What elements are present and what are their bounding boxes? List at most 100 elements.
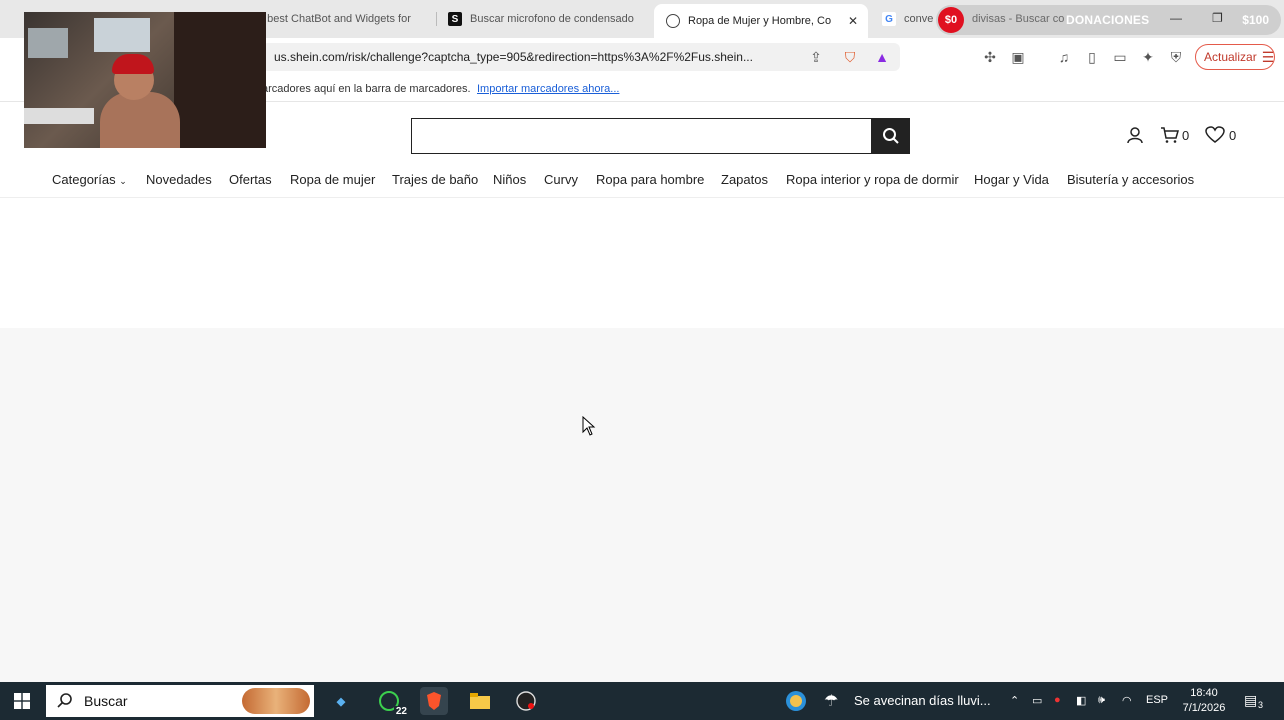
mouse-cursor-icon <box>582 416 596 436</box>
tab-separator <box>436 12 437 26</box>
search-icon <box>882 128 899 144</box>
copilot-app-icon[interactable]: ◆ <box>327 687 355 715</box>
donation-amount: $0 <box>938 7 964 33</box>
nav-item-hogar-vida[interactable]: Hogar y Vida <box>974 172 1049 187</box>
site-search-input[interactable] <box>411 118 871 154</box>
nav-item-zapatos[interactable]: Zapatos <box>721 172 768 187</box>
share-icon[interactable]: ⇪ <box>806 47 826 67</box>
content-area-main <box>0 328 1284 682</box>
tab-title: Buscar microfono de condensado <box>470 13 634 25</box>
tab-microfono[interactable]: S Buscar microfono de condensado <box>448 4 644 34</box>
close-tab-icon[interactable]: ✕ <box>848 14 858 28</box>
weather-text[interactable]: Se avecinan días lluvi... <box>854 693 991 708</box>
wishlist-count: 0 <box>1229 127 1237 143</box>
clock[interactable]: 18:40 7/1/2026 <box>1178 686 1230 716</box>
rain-umbrella-icon: ☂ <box>824 693 839 710</box>
globe-icon <box>786 691 806 711</box>
folder-icon <box>470 693 490 709</box>
nav-item-bisuteria[interactable]: Bisutería y accesorios <box>1067 172 1194 187</box>
account-button[interactable] <box>1126 126 1144 144</box>
webcam-desk <box>24 108 94 124</box>
file-explorer-app-icon[interactable] <box>466 687 494 715</box>
restore-icon[interactable]: ❐ <box>1212 11 1223 25</box>
nav-item-ropa-mujer[interactable]: Ropa de mujer <box>290 172 375 187</box>
clock-time: 18:40 <box>1190 687 1218 699</box>
s-favicon-icon: S <box>448 12 462 26</box>
taskbar-search-box[interactable]: Buscar <box>46 685 314 717</box>
nav-item-ropa-interior[interactable]: Ropa interior y ropa de dormir <box>786 172 959 187</box>
url-text: us.shein.com/risk/challenge?captcha_type… <box>274 50 753 64</box>
cart-count: 0 <box>1182 127 1190 143</box>
nav-item-curvy[interactable]: Curvy <box>544 172 578 187</box>
brave-rewards-icon[interactable]: ▲ <box>872 47 892 67</box>
vpn-icon[interactable]: ⛨ <box>1166 47 1186 67</box>
screen: e best ChatBot and Widgets for S Buscar … <box>0 0 1284 720</box>
nav-item-trajes-bano[interactable]: Trajes de baño <box>392 172 478 187</box>
whatsapp-app-icon[interactable]: 22 <box>375 687 409 717</box>
brave-shield-icon[interactable]: ⛉ <box>840 47 860 67</box>
battery-icon[interactable]: ▭ <box>1032 694 1042 707</box>
nav-item-ofertas[interactable]: Ofertas <box>229 172 272 187</box>
address-bar[interactable]: us.shein.com/risk/challenge?captcha_type… <box>262 43 900 71</box>
wallet-icon[interactable]: ▭ <box>1110 47 1130 67</box>
leo-ai-icon[interactable]: ✦ <box>1138 47 1158 67</box>
webcam-overlay <box>24 12 266 148</box>
user-icon <box>1127 127 1143 144</box>
tab-google[interactable]: G conve <box>882 4 942 34</box>
cart-button[interactable]: 0 <box>1160 126 1189 144</box>
tab-title: conve <box>904 13 934 25</box>
webcam-wall-poster <box>28 28 68 58</box>
content-area-top <box>0 198 1284 328</box>
weather-update-icon[interactable] <box>782 687 810 715</box>
brave-app-icon[interactable] <box>420 687 448 715</box>
volume-icon[interactable]: 🕪 <box>1098 694 1105 707</box>
nav-item-novedades[interactable]: Novedades <box>146 172 212 187</box>
webcam-wall-poster <box>94 18 150 52</box>
notifications-icon[interactable]: ▤ <box>1244 692 1257 709</box>
obs-recording-icon <box>516 691 536 711</box>
windows-taskbar: Buscar ◆ 22 ☂ Se avecinan días lluvi... … <box>0 682 1284 720</box>
heart-icon <box>1205 126 1225 143</box>
chevron-down-icon: ⌄ <box>119 176 127 186</box>
minimize-icon[interactable]: — <box>1170 11 1182 25</box>
sidebar-icon[interactable]: ▯ <box>1082 47 1102 67</box>
menu-icon: ☰ <box>1261 48 1275 65</box>
donation-title: DONACIONES <box>1066 13 1150 27</box>
extensions-icon[interactable]: ✣ <box>980 47 1000 67</box>
brave-lion-icon <box>427 692 441 710</box>
webcam-person <box>100 92 180 148</box>
webcam-red-cap <box>112 54 154 74</box>
donation-background-text: divisas - Buscar co <box>972 13 1065 25</box>
clock-date: 7/1/2026 <box>1182 702 1226 714</box>
reader-icon[interactable]: ▣ <box>1008 47 1028 67</box>
nav-item-ninos[interactable]: Niños <box>493 172 526 187</box>
recording-tray-icon[interactable]: ● <box>1054 694 1061 706</box>
meet-now-icon[interactable]: ◧ <box>1076 694 1086 707</box>
notification-count: 3 <box>1258 700 1264 710</box>
tab-title: Ropa de Mujer y Hombre, Co <box>688 15 832 27</box>
donation-goal: $100 <box>1242 13 1269 27</box>
wifi-icon[interactable]: ◠ <box>1122 694 1132 707</box>
update-button[interactable]: Actualizar ☰ <box>1195 44 1275 70</box>
google-favicon-icon: G <box>882 12 896 26</box>
tab-title: e best ChatBot and Widgets for <box>258 13 411 25</box>
windows-start-icon[interactable] <box>14 693 30 709</box>
nav-label: Categorías <box>52 172 116 187</box>
nav-item-ropa-hombre[interactable]: Ropa para hombre <box>596 172 704 187</box>
taskbar-search-placeholder: Buscar <box>84 693 128 709</box>
obs-app-icon[interactable] <box>512 687 540 715</box>
category-nav: Categorías ⌄ Novedades Ofertas Ropa de m… <box>0 170 1284 190</box>
import-bookmarks-link[interactable]: Importar marcadores ahora... <box>477 83 619 95</box>
nav-item-categorias[interactable]: Categorías ⌄ <box>52 172 127 187</box>
site-search-button[interactable] <box>871 118 910 154</box>
wishlist-button[interactable]: 0 <box>1205 126 1236 144</box>
music-icon[interactable]: ♫ <box>1054 47 1074 67</box>
bookmarks-message: arcadores aquí en la barra de marcadores… <box>262 83 471 95</box>
search-icon <box>57 693 72 708</box>
tab-shein-active[interactable]: Ropa de Mujer y Hombre, Co ✕ <box>654 4 868 38</box>
language-indicator[interactable]: ESP <box>1146 694 1168 706</box>
whatsapp-badge: 22 <box>393 706 409 717</box>
cart-icon <box>1161 127 1179 143</box>
chevron-up-icon[interactable]: ⌃ <box>1010 694 1019 707</box>
webcam-door <box>174 12 266 148</box>
